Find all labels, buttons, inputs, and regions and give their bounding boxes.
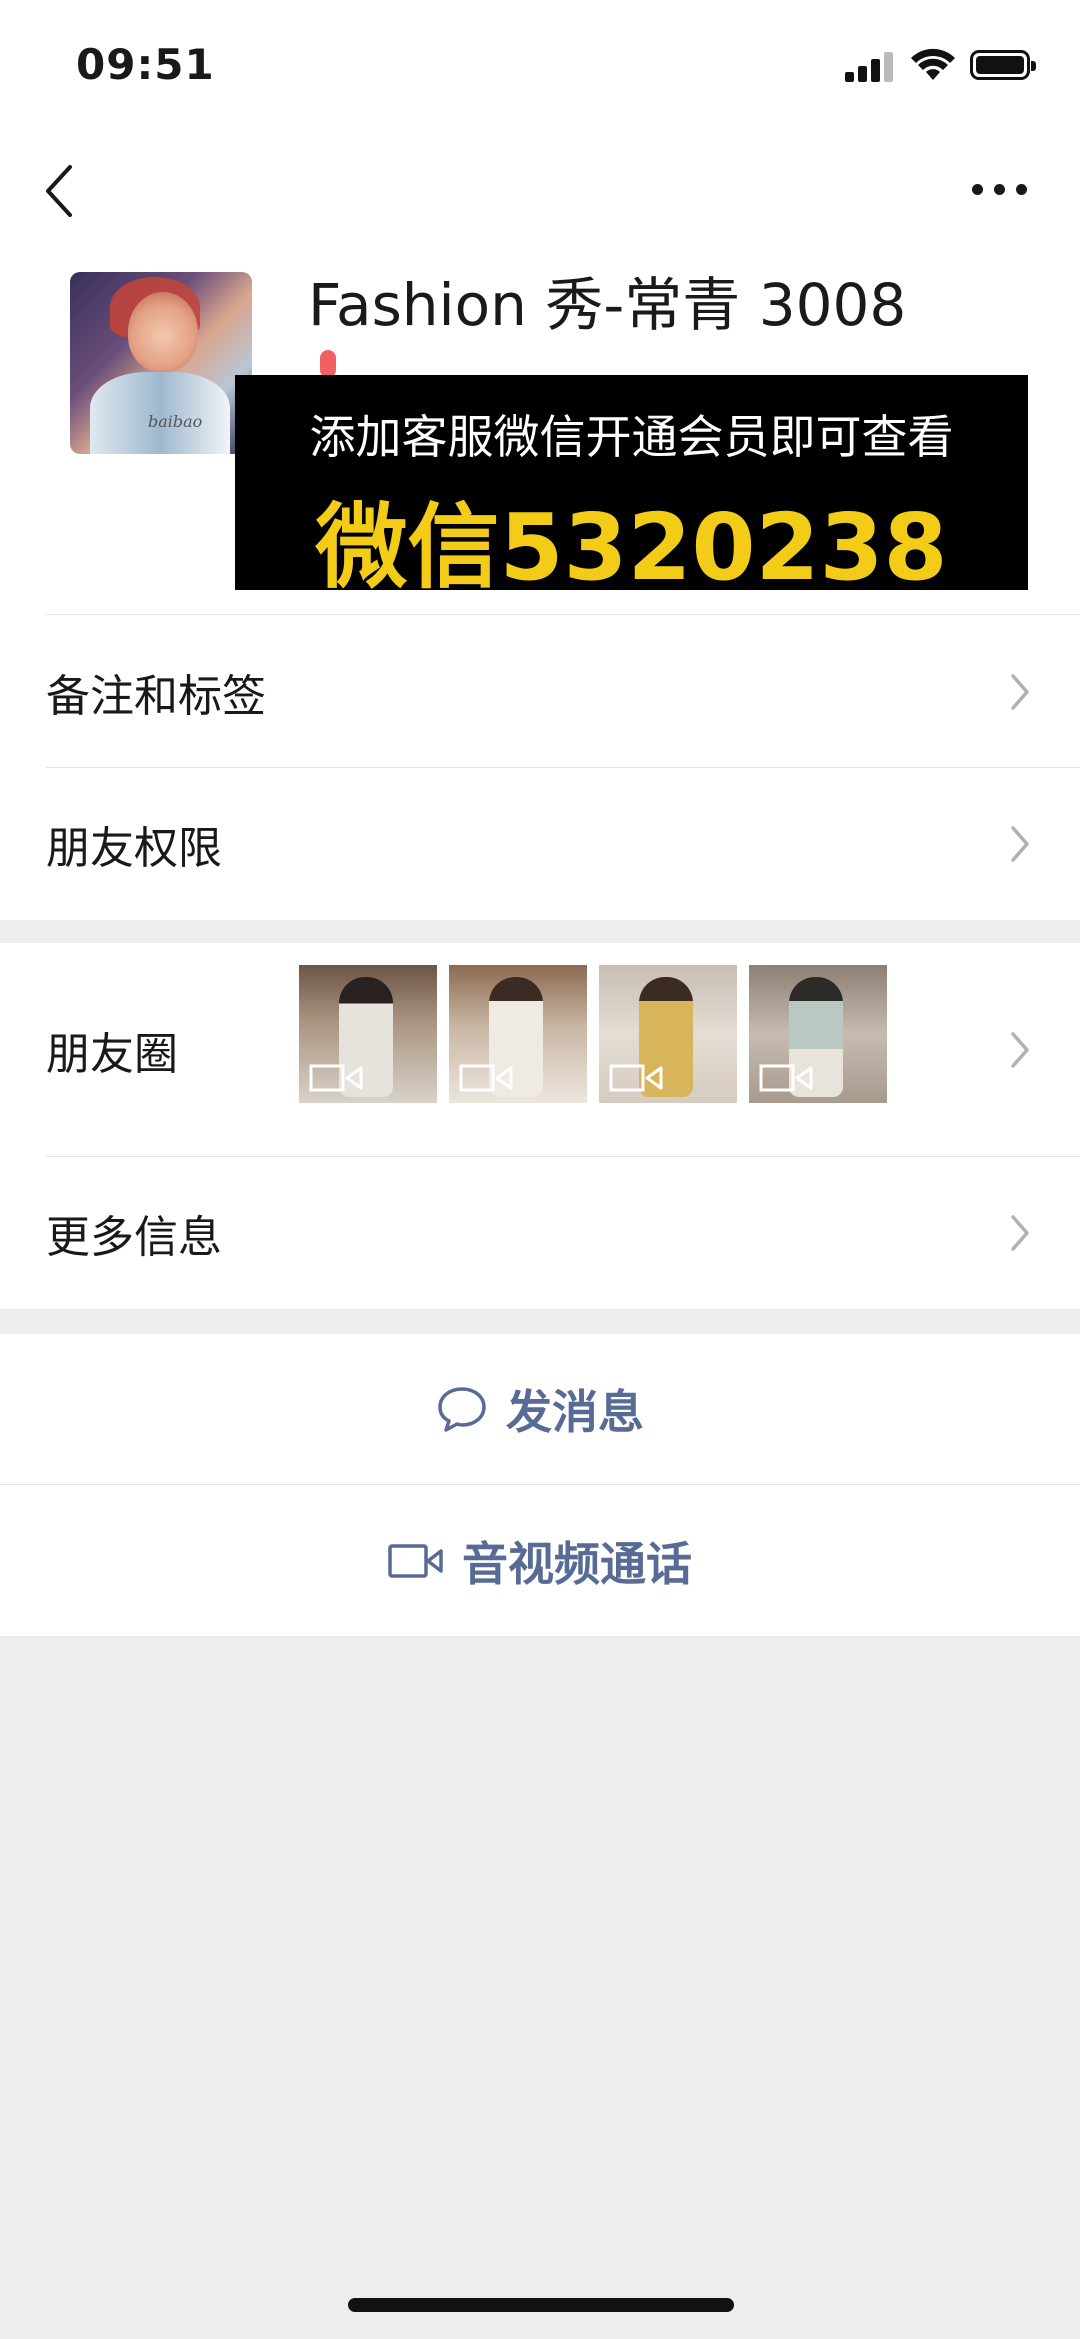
send-message-label: 发消息 bbox=[506, 1385, 644, 1439]
back-arrow-icon[interactable] bbox=[44, 165, 74, 217]
cell-label: 更多信息 bbox=[46, 1212, 222, 1263]
cell-remarks-tags[interactable]: 备注和标签 bbox=[0, 616, 1080, 768]
cell-more-info[interactable]: 更多信息 bbox=[0, 1157, 1080, 1309]
divider bbox=[46, 767, 1080, 768]
chevron-right-icon bbox=[1011, 674, 1029, 710]
chevron-right-icon bbox=[1011, 1215, 1029, 1251]
cell-label: 朋友圈 bbox=[46, 1029, 178, 1080]
ad-banner-text: 添加客服微信开通会员即可查看 bbox=[309, 410, 954, 464]
profile-name: Fashion 秀-常青 3008 bbox=[308, 271, 907, 339]
gender-icon bbox=[320, 350, 336, 378]
home-indicator[interactable] bbox=[348, 2298, 734, 2312]
moments-thumbnail[interactable] bbox=[449, 965, 587, 1103]
divider bbox=[46, 1156, 1080, 1157]
chevron-right-icon bbox=[1011, 1032, 1029, 1068]
cell-friend-permissions[interactable]: 朋友权限 bbox=[0, 768, 1080, 920]
divider bbox=[0, 1484, 1080, 1485]
avatar[interactable]: baibao bbox=[70, 272, 252, 454]
more-options-icon[interactable] bbox=[972, 184, 1028, 196]
cell-label: 朋友权限 bbox=[46, 823, 222, 874]
divider bbox=[46, 614, 1080, 615]
chevron-right-icon bbox=[1011, 826, 1029, 862]
moments-thumbnail[interactable] bbox=[749, 965, 887, 1103]
ad-banner-wechat-id: 微信5320238 bbox=[315, 494, 948, 601]
wifi-icon bbox=[911, 48, 955, 80]
moments-thumbnail[interactable] bbox=[299, 965, 437, 1103]
send-message-button[interactable]: 发消息 bbox=[0, 1334, 1080, 1484]
video-call-label: 音视频通话 bbox=[462, 1536, 692, 1591]
video-call-button[interactable]: 音视频通话 bbox=[0, 1485, 1080, 1636]
ad-overlay-banner: 添加客服微信开通会员即可查看 微信5320238 bbox=[235, 375, 1028, 601]
status-time: 09:51 bbox=[76, 40, 215, 89]
moments-thumbnail[interactable] bbox=[599, 965, 737, 1103]
video-icon bbox=[759, 1064, 813, 1092]
cell-label: 备注和标签 bbox=[46, 671, 266, 722]
profile-header: 09:51 baibao Fashion 秀-常青 3008 添加客服微信开通会… bbox=[0, 0, 1080, 616]
video-icon bbox=[309, 1064, 363, 1092]
cell-moments[interactable]: 朋友圈 bbox=[0, 943, 1080, 1157]
cellular-signal-icon bbox=[845, 50, 897, 82]
video-icon bbox=[459, 1064, 513, 1092]
chat-bubble-icon bbox=[438, 1387, 486, 1432]
video-icon bbox=[609, 1064, 663, 1092]
battery-icon bbox=[970, 50, 1036, 80]
video-call-icon bbox=[388, 1543, 443, 1578]
avatar-watermark: baibao bbox=[148, 412, 203, 431]
